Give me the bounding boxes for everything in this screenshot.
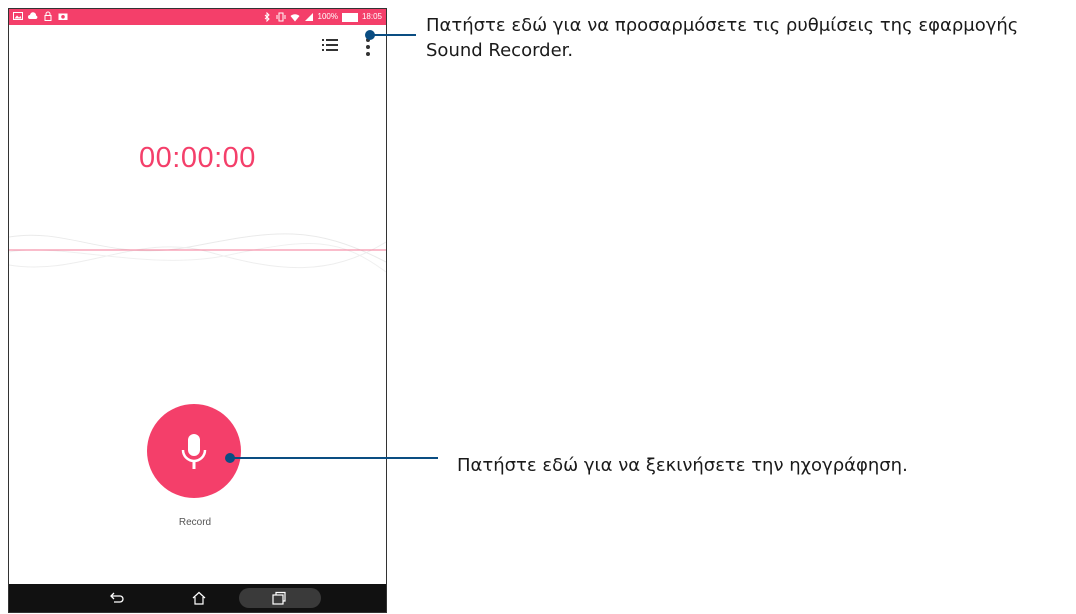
wifi-icon <box>290 14 299 22</box>
record-button[interactable] <box>147 404 241 498</box>
home-icon[interactable] <box>191 591 207 605</box>
recent-apps-icon[interactable] <box>271 591 287 605</box>
record-callout-text: Πατήστε εδώ για να ξεκινήσετε την ηχογρά… <box>457 455 908 476</box>
waveform <box>9 233 386 273</box>
recording-timer: 00:00:00 <box>139 142 256 174</box>
cloud-icon <box>28 12 38 19</box>
settings-callout-text: Πατήστε εδώ για να προσαρμόσετε τις ρυθμ… <box>426 15 1019 61</box>
status-time: 18:05 <box>361 12 382 21</box>
more-options-icon[interactable] <box>364 37 372 57</box>
status-bar-left <box>13 11 68 21</box>
gallery-icon <box>13 12 23 20</box>
status-bar-right: 100% 18:05 <box>262 11 382 23</box>
battery-icon <box>341 12 358 22</box>
record-label: Record <box>178 517 212 528</box>
back-icon[interactable] <box>109 591 125 605</box>
camera-icon <box>58 13 68 20</box>
navigation-bar <box>9 584 386 612</box>
settings-callout-line <box>372 34 416 36</box>
status-bar: 100% 18:05 <box>9 9 386 25</box>
list-icon[interactable] <box>321 37 341 53</box>
vibrate-icon <box>276 12 285 22</box>
microphone-icon <box>181 434 207 469</box>
signal-icon <box>304 13 313 21</box>
record-callout-line <box>232 457 438 459</box>
battery-percent: 100% <box>317 12 338 21</box>
lock-icon <box>44 11 52 21</box>
bluetooth-icon <box>264 12 270 22</box>
device-screen: 100% 18:05 00:00:00 Record <box>8 8 387 613</box>
